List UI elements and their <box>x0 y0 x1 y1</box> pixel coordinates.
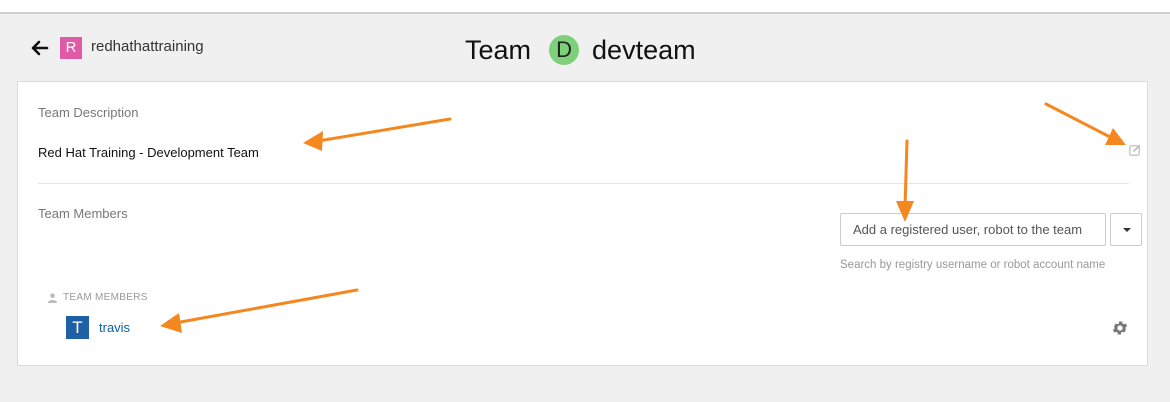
caret-down-icon <box>1123 228 1131 232</box>
top-bar <box>0 0 1170 12</box>
org-avatar[interactable]: R <box>60 37 82 59</box>
members-list-header: TEAM MEMBERS <box>48 292 148 303</box>
section-divider <box>38 183 1129 184</box>
add-member-help-text: Search by registry username or robot acc… <box>840 259 1106 271</box>
org-name-link[interactable]: redhathattraining <box>91 37 204 57</box>
team-members-label: Team Members <box>38 206 128 221</box>
add-member-input[interactable] <box>840 213 1106 246</box>
team-name: devteam <box>592 35 696 65</box>
team-avatar: D <box>549 35 580 65</box>
member-name-link[interactable]: travis <box>99 320 130 335</box>
team-description-text: Red Hat Training - Development Team <box>38 145 259 160</box>
member-avatar: T <box>66 316 89 339</box>
member-row: T travis <box>66 316 130 339</box>
team-panel: Team Description Red Hat Training - Deve… <box>17 81 1148 366</box>
page-title-prefix: Team <box>465 35 532 65</box>
members-list-header-label: TEAM MEMBERS <box>63 292 148 303</box>
top-border <box>0 12 1170 14</box>
team-description-label: Team Description <box>38 105 139 120</box>
page-title: Team D devteam <box>465 33 696 67</box>
gear-icon[interactable] <box>1111 319 1129 337</box>
edit-icon[interactable] <box>1129 144 1141 156</box>
add-member-dropdown-button[interactable] <box>1110 213 1142 246</box>
user-icon <box>48 292 57 303</box>
arrow-left-icon[interactable] <box>30 38 50 58</box>
